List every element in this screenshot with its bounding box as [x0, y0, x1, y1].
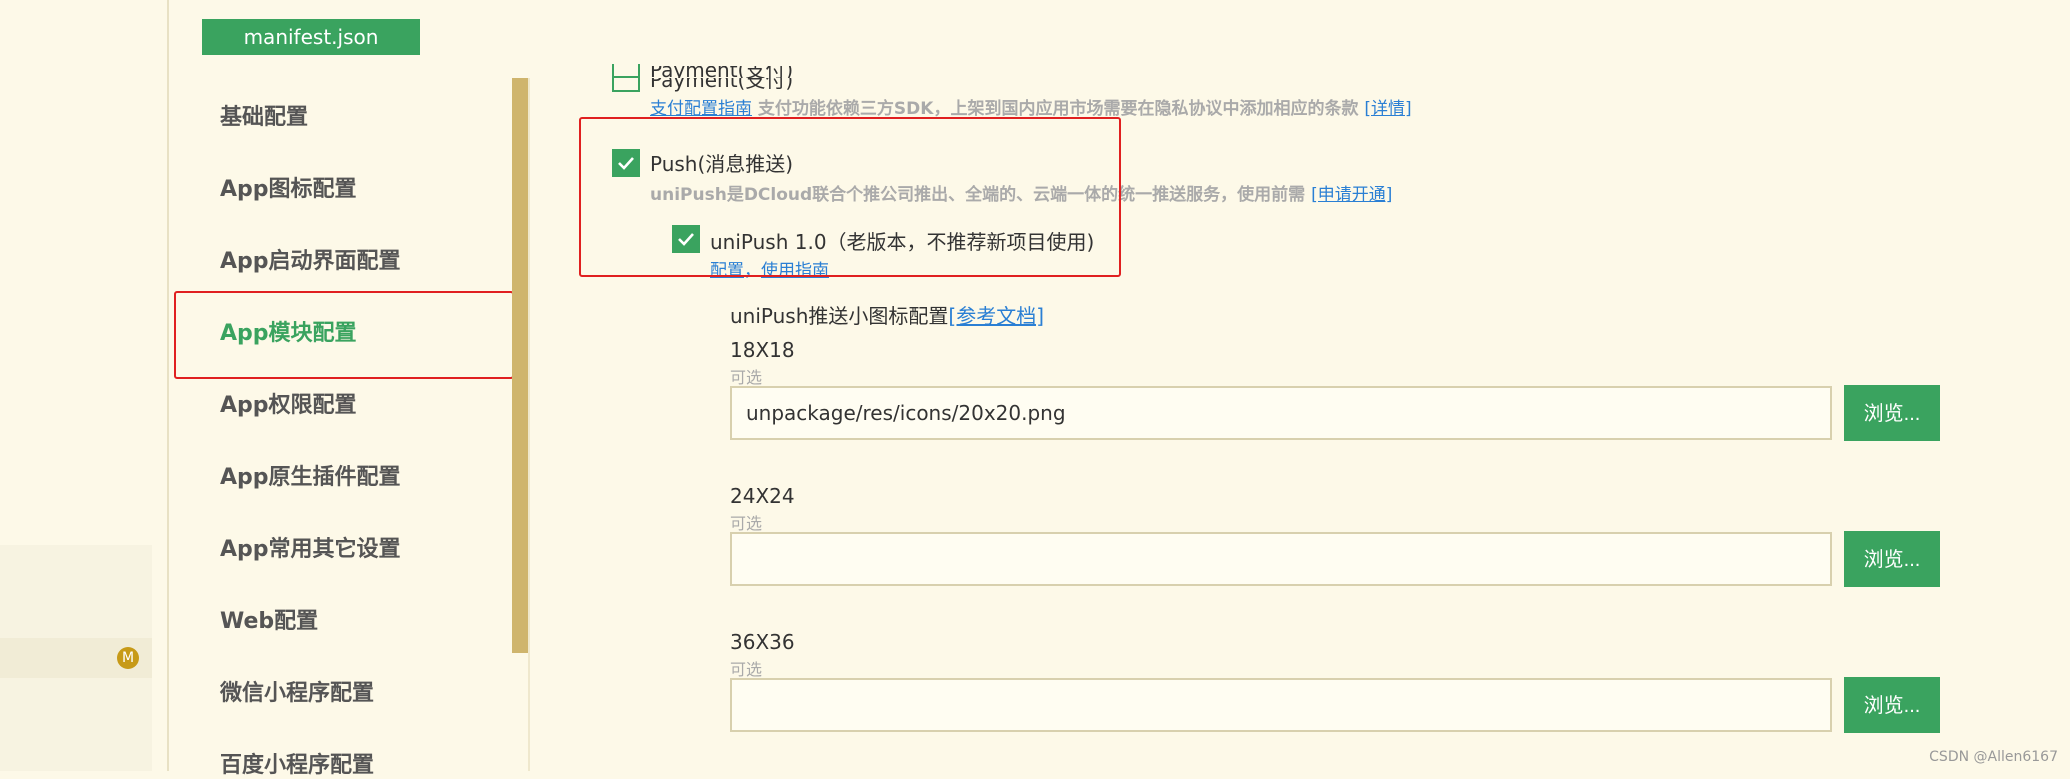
- icon-config-title-row: uniPush推送小图标配置[参考文档]: [730, 300, 1044, 329]
- modified-badge: M: [117, 647, 139, 669]
- size-label-24: 24X24: [730, 484, 795, 508]
- push-apply-link[interactable]: [申请开通]: [1311, 185, 1392, 205]
- browse-button-18[interactable]: 浏览...: [1844, 385, 1940, 441]
- nav-item-baidu-miniprogram[interactable]: 百度小程序配置: [220, 747, 374, 779]
- payment-guide-link[interactable]: 支付配置指南: [650, 99, 752, 119]
- nav-item-app-permissions[interactable]: App权限配置: [220, 387, 357, 419]
- payment-desc-row: 支付配置指南 支付功能依赖三方SDK，上架到国内应用市场需要在隐私协议中添加相应…: [650, 94, 1412, 119]
- browse-button-36[interactable]: 浏览...: [1844, 677, 1940, 733]
- nav-item-wechat-miniprogram[interactable]: 微信小程序配置: [220, 675, 374, 707]
- nav-item-app-other-settings[interactable]: App常用其它设置: [220, 531, 401, 563]
- payment-detail-link[interactable]: [详情]: [1364, 99, 1411, 119]
- nav-item-app-splash[interactable]: App启动界面配置: [220, 243, 401, 275]
- icon-config-doc-link[interactable]: [参考文档]: [948, 304, 1044, 328]
- optional-label-18: 可选: [730, 368, 763, 387]
- push-highlight-box: [579, 117, 1121, 277]
- icon-config-title: uniPush推送小图标配置: [730, 304, 949, 328]
- tab-manifest-json[interactable]: manifest.json: [202, 19, 420, 55]
- payment-description: 支付功能依赖三方SDK，上架到国内应用市场需要在隐私协议中添加相应的条款: [757, 99, 1359, 119]
- nav-item-basic[interactable]: 基础配置: [220, 99, 308, 131]
- nav-active-highlight-box: [174, 291, 514, 379]
- size-label-36: 36X36: [730, 630, 795, 654]
- icon-24-path-input[interactable]: [730, 532, 1832, 586]
- explorer-divider: [167, 0, 169, 771]
- nav-item-app-native-plugins[interactable]: App原生插件配置: [220, 459, 401, 491]
- icon-36-path-input[interactable]: [730, 678, 1832, 732]
- icon-18-path-input[interactable]: [730, 386, 1832, 440]
- optional-label-36: 可选: [730, 660, 763, 679]
- watermark: CSDN @Allen6167: [1929, 749, 2058, 765]
- size-label-18: 18X18: [730, 338, 795, 362]
- browse-button-24[interactable]: 浏览...: [1844, 531, 1940, 587]
- payment-label-visible-part: Payment(支付): [650, 66, 794, 78]
- optional-label-24: 可选: [730, 514, 763, 533]
- nav-scrollbar[interactable]: [512, 78, 528, 653]
- nav-item-web[interactable]: Web配置: [220, 603, 318, 635]
- payment-checkbox-visible-part: [612, 64, 640, 78]
- nav-border: [528, 78, 530, 771]
- nav-item-app-icon[interactable]: App图标配置: [220, 171, 357, 203]
